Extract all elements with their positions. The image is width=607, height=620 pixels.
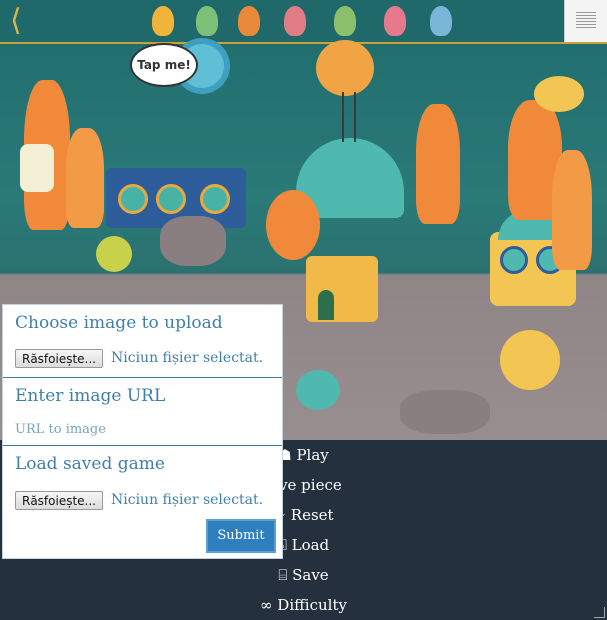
creature-icon[interactable] xyxy=(430,6,452,36)
creature-icon[interactable] xyxy=(384,6,406,36)
green-plant xyxy=(96,236,132,272)
tower-door xyxy=(318,290,334,320)
teal-plant xyxy=(296,370,340,410)
creature-icon[interactable] xyxy=(196,6,218,36)
creature-icon[interactable] xyxy=(152,6,174,36)
submit-button[interactable]: Submit xyxy=(206,519,276,553)
image-source-panel: Choose image to upload Răsfoiește... Nic… xyxy=(2,304,283,559)
back-chevron-icon[interactable]: ⟨ xyxy=(10,6,42,38)
creature-icon[interactable] xyxy=(334,6,356,36)
orange-plant xyxy=(66,128,104,228)
creature-icon[interactable] xyxy=(284,6,306,36)
tap-me-bubble[interactable]: Tap me! xyxy=(132,45,196,85)
character-bar: ⟨ xyxy=(0,0,607,44)
orange-plant xyxy=(416,104,460,224)
creature-icon[interactable] xyxy=(238,6,260,36)
orange-balloon xyxy=(266,190,320,260)
bee xyxy=(534,76,584,112)
rock xyxy=(160,216,226,266)
difficulty-button[interactable]: ∞ Difficulty xyxy=(0,596,607,614)
porthole xyxy=(118,184,148,214)
green-plant xyxy=(500,330,560,390)
url-section-title: Enter image URL xyxy=(15,386,166,406)
divider xyxy=(3,445,282,446)
hamburger-menu-icon[interactable] xyxy=(564,0,607,42)
load-section-title: Load saved game xyxy=(15,454,165,474)
yellow-box xyxy=(306,256,378,322)
porthole xyxy=(156,184,186,214)
load-file-status: Niciun fișier selectat. xyxy=(111,492,264,508)
upload-section-title: Choose image to upload xyxy=(15,313,223,333)
orange-tower xyxy=(316,40,374,96)
orange-plant xyxy=(552,150,592,270)
upload-browse-button[interactable]: Răsfoiește... xyxy=(15,349,103,368)
porthole xyxy=(200,184,230,214)
ladder xyxy=(342,92,356,142)
robot-eye xyxy=(500,246,528,274)
rock xyxy=(400,390,490,434)
lamp-shade xyxy=(20,144,54,192)
divider xyxy=(3,377,282,378)
save-button[interactable]: ⌸ Save xyxy=(0,566,607,584)
image-url-input[interactable] xyxy=(15,419,270,439)
resize-grip-icon[interactable] xyxy=(594,607,605,618)
upload-file-status: Niciun fișier selectat. xyxy=(111,350,264,366)
load-browse-button[interactable]: Răsfoiește... xyxy=(15,491,103,510)
